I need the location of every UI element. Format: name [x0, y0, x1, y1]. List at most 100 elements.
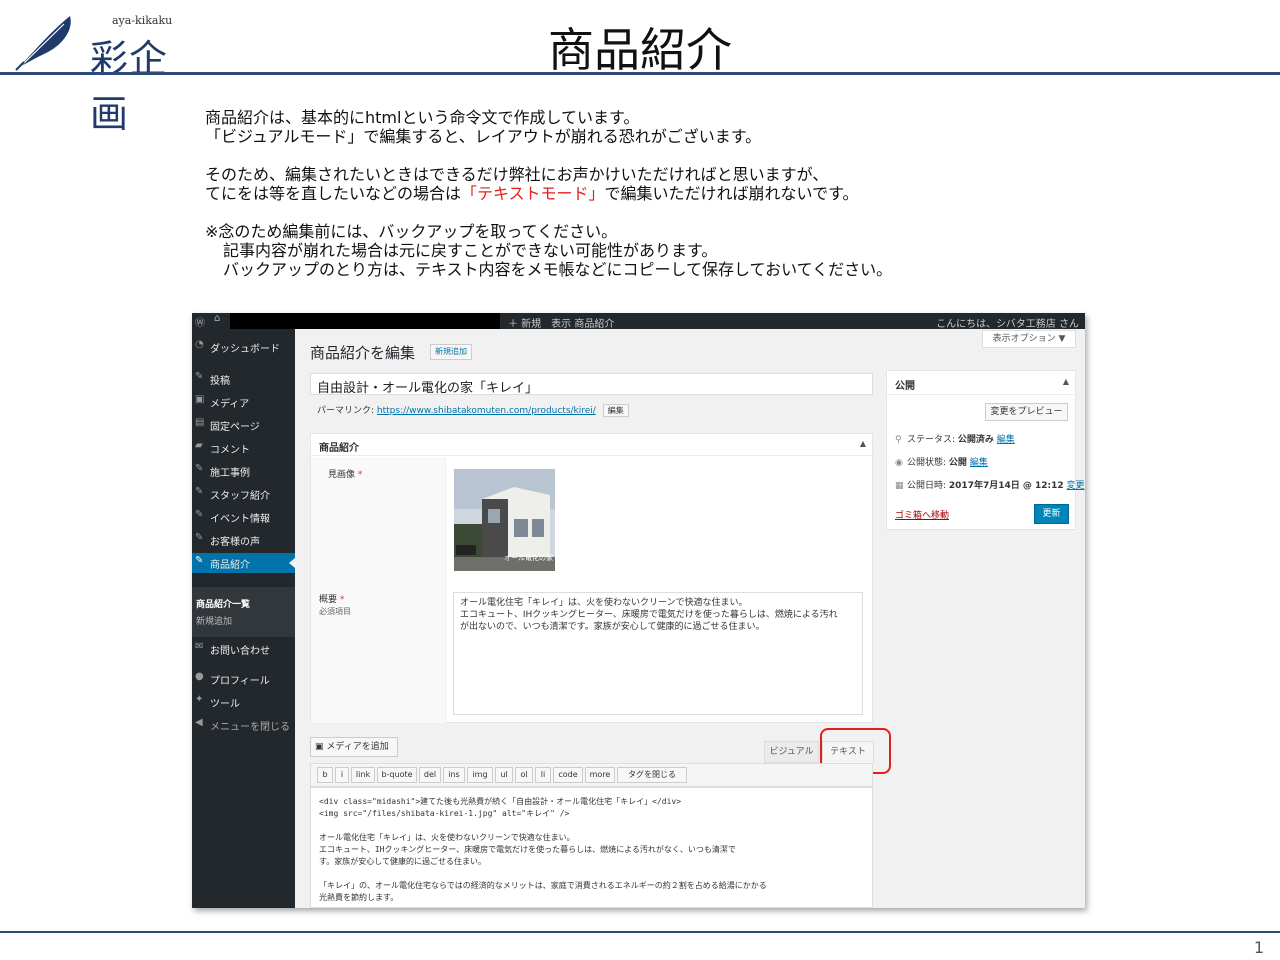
admin-bar-account[interactable]: こんにちは、シバタ工務店 さん	[936, 315, 1079, 330]
dashboard-icon: ◔	[195, 339, 204, 350]
quicktag-link[interactable]: link	[351, 767, 375, 783]
sidebar-item-events[interactable]: ✎ イベント情報	[192, 507, 295, 527]
intro-line-4a: てにをは等を直したいなどの場合は	[205, 184, 462, 203]
update-button[interactable]: 更新	[1034, 504, 1069, 524]
quicktag-b[interactable]: b	[317, 767, 333, 783]
slide-title: 商品紹介	[548, 23, 732, 77]
move-to-trash-link[interactable]: ゴミ箱へ移動	[895, 508, 949, 521]
products-submenu: 商品紹介一覧 新規追加	[192, 587, 295, 637]
visibility-row: ◉ 公開状態: 公開 編集	[895, 458, 988, 468]
redacted-site-name	[230, 313, 500, 329]
preview-changes-button[interactable]: 変更をプレビュー	[985, 403, 1068, 421]
submenu-product-list[interactable]: 商品紹介一覧	[196, 597, 250, 610]
collapse-icon: ◀	[195, 717, 203, 728]
sidebar-item-voices[interactable]: ✎ お客様の声	[192, 530, 295, 550]
editor-line: オール電化住宅「キレイ」は、火を使わないクリーンで快適な住まい。	[319, 833, 575, 842]
sidebar-item-staff[interactable]: ✎ スタッフ紹介	[192, 484, 295, 504]
intro-line-1: 商品紹介は、基本的にhtmlという命令文で作成しています。	[205, 108, 640, 127]
editor-line: す。家族が安心して健康的に過ごせる住まい。	[319, 857, 486, 866]
product-fields-box: 商品紹介 ▲ 見画像 * 概要 * 必須項目 オール電化の家 オール電化住宅「キ…	[310, 433, 874, 723]
permalink-row: パーマリンク: https://www.shibatakomuten.com/p…	[317, 403, 629, 417]
text-editor-area[interactable]: <div class="midashi">建てた後も光熱費が続く「自由設計・オー…	[310, 787, 873, 908]
intro-line-3: そのため、編集されたいときはできるだけ弊社にお声かけいただければと思いますが、	[205, 165, 829, 184]
sidebar-item-profile[interactable]: ● プロフィール	[192, 669, 295, 689]
home-icon[interactable]: ⌂	[214, 313, 220, 324]
footer-divider	[0, 931, 1280, 933]
permalink-url[interactable]: https://www.shibatakomuten.com/products/…	[377, 406, 596, 416]
slide: aya-kikaku 彩企画 商品紹介 商品紹介は、基本的にhtmlという命令文…	[0, 0, 1280, 960]
quicktag-i[interactable]: i	[335, 767, 349, 783]
sidebar-item-tools[interactable]: ✦ ツール	[192, 692, 295, 712]
sidebar-item-works[interactable]: ✎ 施工事例	[192, 461, 295, 481]
editor-line: <div class="midashi">建てた後も光熱費が続く「自由設計・オー…	[319, 797, 682, 806]
user-icon: ●	[195, 671, 204, 682]
intro-line-7: バックアップのとり方は、テキスト内容をメモ帳などにコピーして保存しておいてくださ…	[223, 260, 893, 279]
product-image-thumbnail[interactable]: オール電化の家	[454, 469, 555, 571]
sidebar-item-posts[interactable]: ✎ 投稿	[192, 369, 295, 389]
post-title-input[interactable]: 自由設計・オール電化の家「キレイ」	[310, 373, 873, 396]
summary-textarea[interactable]: オール電化住宅「キレイ」は、火を使わないクリーンで快適な住まい。 エコキュート、…	[453, 592, 863, 715]
quicktag-close-tags[interactable]: タグを閉じる	[617, 767, 687, 783]
date-edit-link[interactable]: 変更	[1067, 481, 1085, 491]
pin-icon: ✎	[195, 486, 204, 497]
pin-icon: ⚲	[895, 435, 902, 445]
publish-box: 公開 ▲ 変更をプレビュー ⚲ ステータス: 公開済み 編集 ◉ 公開状態: 公開 …	[886, 370, 1085, 530]
product-fields-header[interactable]: 商品紹介 ▲	[311, 434, 874, 456]
visibility-edit-link[interactable]: 編集	[970, 458, 988, 468]
sidebar-item-dashboard[interactable]: ◔ ダッシュボード	[192, 337, 295, 357]
image-caption: オール電化の家	[504, 554, 553, 562]
mail-icon: ✉	[195, 641, 204, 652]
tab-visual[interactable]: ビジュアル	[764, 741, 819, 763]
editor-line: 光熱費を節約します。	[319, 893, 399, 902]
quicktags-toolbar: b i link b-quote del ins img ul ol li co…	[310, 763, 873, 787]
collapse-arrow-icon[interactable]: ▲	[1063, 377, 1069, 386]
calendar-icon: ▦	[895, 481, 904, 491]
admin-bar-new[interactable]: ＋ 新規 表示 商品紹介	[508, 315, 614, 330]
editor-line: 「キレイ」の、オール電化住宅ならではの経済的なメリットは、家庭で消費されるエネル…	[319, 881, 767, 890]
pin-icon: ✎	[195, 463, 204, 474]
quicktag-img[interactable]: img	[467, 767, 493, 783]
media-icon: ▣	[195, 394, 205, 405]
sidebar-collapse-menu[interactable]: ◀ メニューを閉じる	[192, 715, 295, 735]
add-new-button[interactable]: 新規追加	[430, 344, 472, 360]
edit-page-heading: 商品紹介を編集	[310, 344, 416, 362]
quicktag-del[interactable]: del	[419, 767, 441, 783]
quicktag-ol[interactable]: ol	[515, 767, 533, 783]
wordpress-editor-screenshot: Ⓦ ⌂ ＋ 新規 表示 商品紹介 こんにちは、シバタ工務店 さん ◔ ダッシュボー…	[192, 313, 1085, 908]
quicktag-ul[interactable]: ul	[495, 767, 513, 783]
sidebar-item-contact[interactable]: ✉ お問い合わせ	[192, 639, 295, 659]
instructions-text: 商品紹介は、基本的にhtmlという命令文で作成しています。 「ビジュアルモード」…	[205, 108, 892, 298]
quicktag-ins[interactable]: ins	[443, 767, 465, 783]
pin-icon: ✎	[195, 509, 204, 520]
summary-field-label: 概要 *	[319, 595, 345, 605]
field-label-column: 見画像 * 概要 * 必須項目	[311, 457, 446, 723]
admin-sidebar: ◔ ダッシュボード ✎ 投稿 ▣ メディア ▤ 固定ページ ▰ コメント ✎ 施工事例 ✎ ス…	[192, 329, 295, 908]
intro-line-5: ※念のため編集前には、バックアップを取ってください。	[205, 222, 618, 241]
intro-line-2: 「ビジュアルモード」で編集すると、レイアウトが崩れる恐れがございます。	[205, 127, 762, 146]
quicktag-b-quote[interactable]: b-quote	[377, 767, 417, 783]
sidebar-item-comments[interactable]: ▰ コメント	[192, 438, 295, 458]
sidebar-item-media[interactable]: ▣ メディア	[192, 392, 295, 412]
permalink-edit-button[interactable]: 編集	[602, 404, 629, 417]
screen-options-button[interactable]: 表示オプション ▼	[982, 330, 1076, 348]
admin-bar: Ⓦ ⌂ ＋ 新規 表示 商品紹介 こんにちは、シバタ工務店 さん	[192, 313, 1085, 330]
publish-box-header[interactable]: 公開 ▲	[887, 371, 1077, 395]
collapse-arrow-icon[interactable]: ▲	[860, 439, 866, 448]
text-mode-highlight: 「テキストモード」	[461, 184, 605, 203]
quicktag-more[interactable]: more	[585, 767, 615, 783]
editor-line: エコキュート、IHクッキングヒーター、床暖房で電気だけを使った暮らしは、燃焼によ…	[319, 845, 736, 854]
image-field-label: 見画像 *	[328, 470, 363, 480]
sidebar-item-pages[interactable]: ▤ 固定ページ	[192, 415, 295, 435]
sidebar-item-products[interactable]: ✎ 商品紹介	[192, 553, 295, 573]
quicktag-li[interactable]: li	[535, 767, 551, 783]
editor-line: <img src="/files/shibata-kirei-1.jpg" al…	[319, 809, 570, 818]
add-media-button[interactable]: ▣ メディアを追加	[310, 737, 398, 757]
quicktag-code[interactable]: code	[553, 767, 583, 783]
submenu-add-new[interactable]: 新規追加	[196, 614, 232, 627]
header-divider	[0, 72, 1280, 75]
summary-field-required: 必須項目	[319, 607, 351, 616]
status-edit-link[interactable]: 編集	[997, 435, 1015, 445]
wordpress-icon[interactable]: Ⓦ	[195, 314, 205, 329]
pin-icon: ✎	[195, 532, 204, 543]
